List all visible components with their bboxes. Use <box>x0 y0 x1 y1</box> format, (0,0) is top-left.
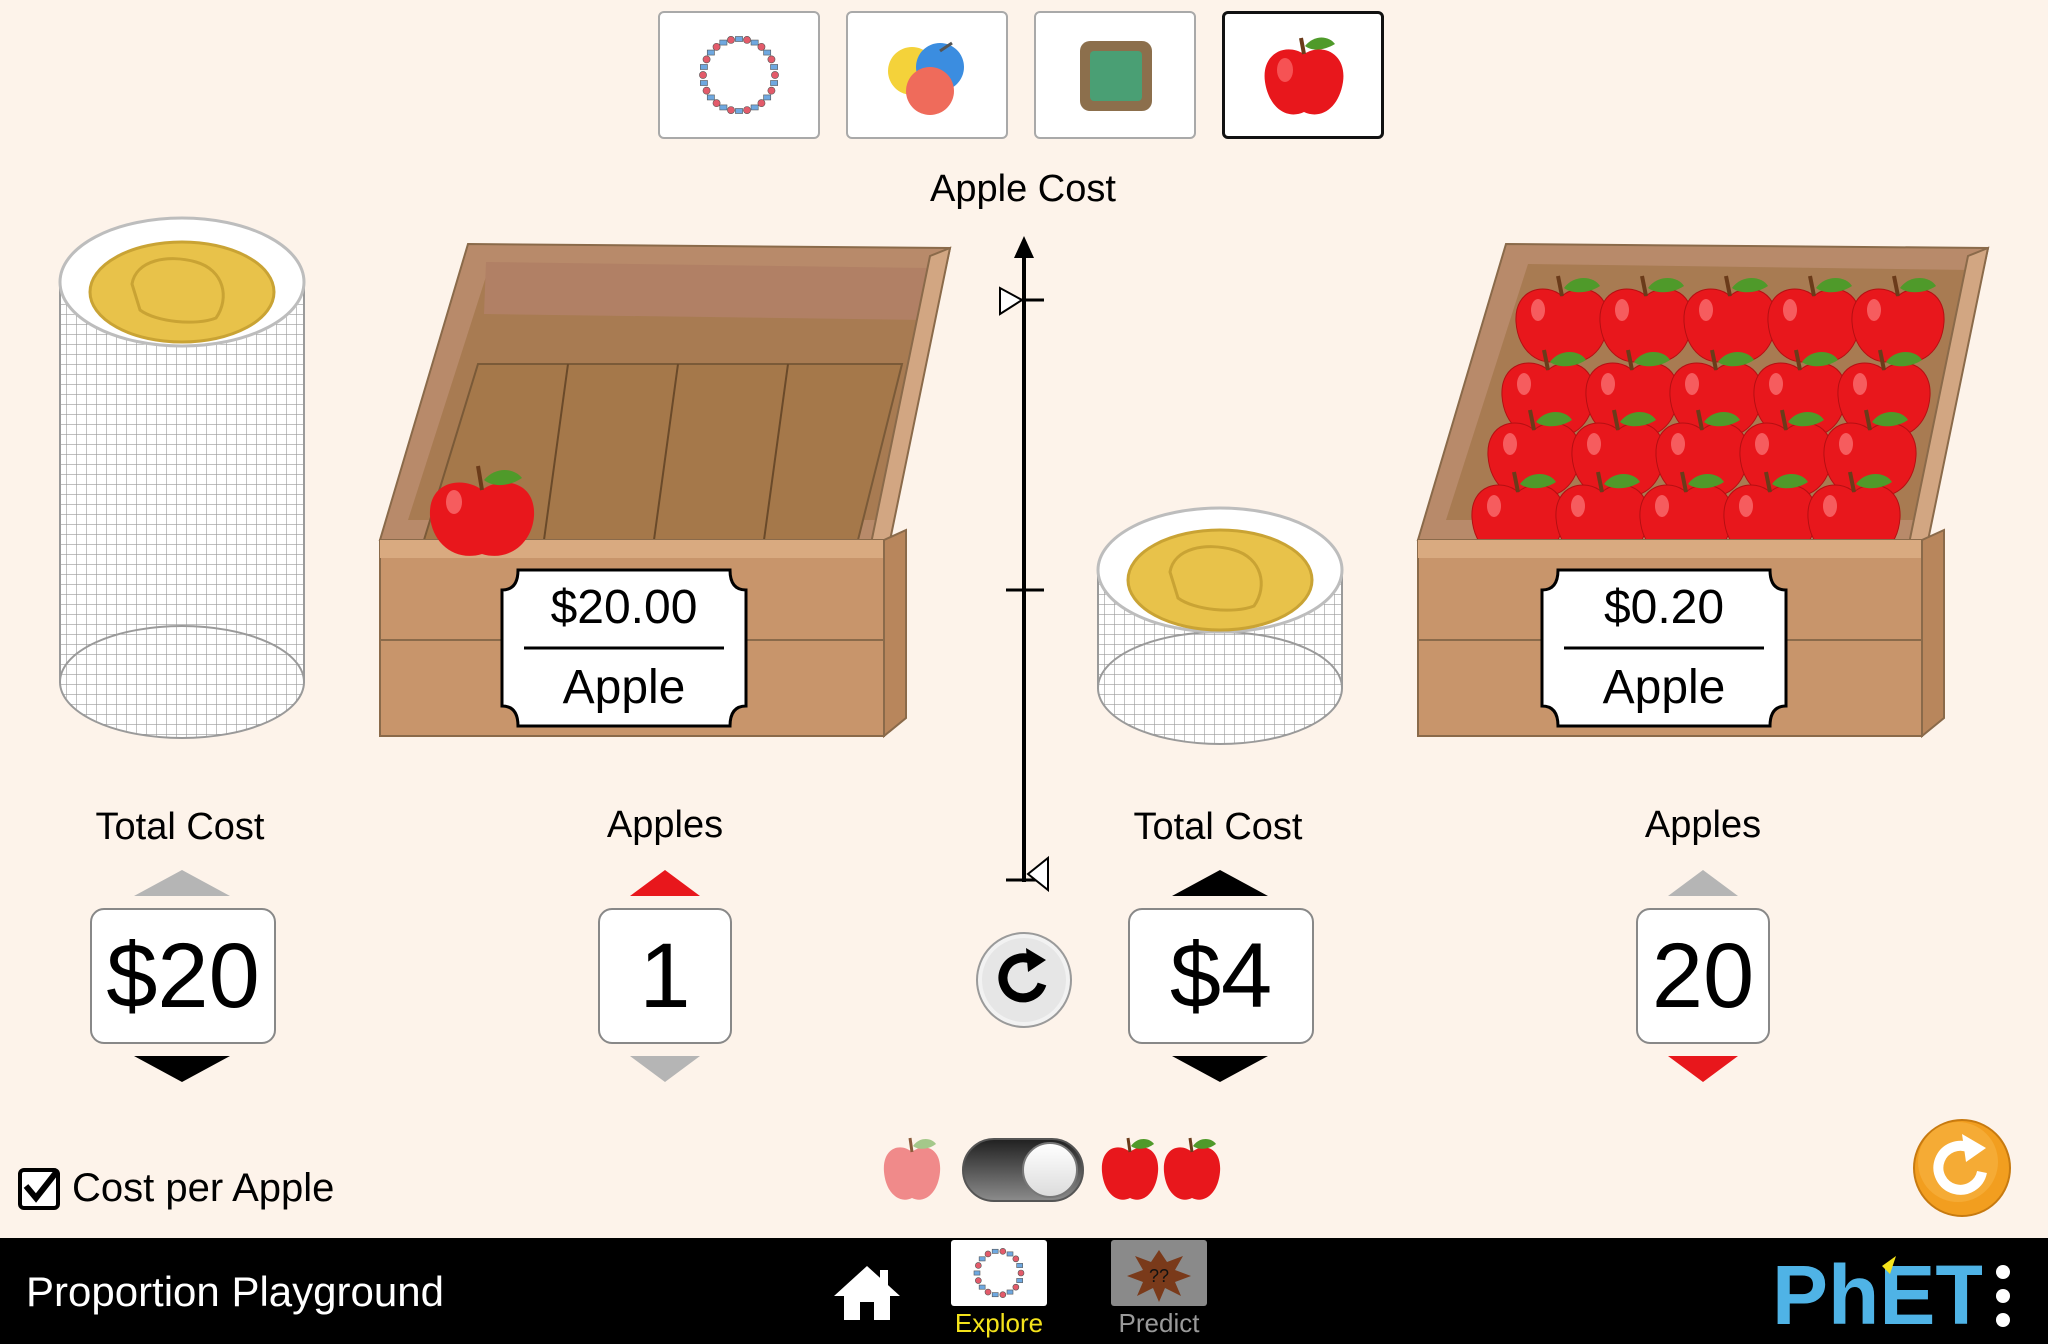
scale-arrow-up-icon <box>1014 236 1034 258</box>
options-menu-button[interactable] <box>1990 1262 2016 1330</box>
home-button[interactable] <box>832 1262 902 1324</box>
left-apples-label: Apples <box>606 804 724 846</box>
refresh-button[interactable] <box>974 930 1074 1030</box>
checkmark-icon <box>23 1167 58 1203</box>
billiards-table-icon <box>1080 41 1152 111</box>
right-apples-increment-button[interactable] <box>1668 870 1738 896</box>
left-price-tag: $20.00 Apple <box>498 566 750 730</box>
right-total-cost-label: Total Cost <box>1133 806 1303 848</box>
svg-text:??: ?? <box>1149 1266 1169 1286</box>
right-total-cost-decrement-button[interactable] <box>1172 1056 1268 1082</box>
scene-selector <box>658 11 1390 143</box>
screen-explore-label: Explore <box>954 1308 1044 1338</box>
cost-per-apple-option[interactable]: Cost per Apple <box>18 1166 334 1211</box>
logo-text: PhET <box>1772 1252 1982 1330</box>
screen-predict-label: Predict <box>1118 1308 1200 1338</box>
predict-screen-icon: ?? <box>1111 1240 1207 1306</box>
phet-logo[interactable]: PhET <box>1772 1252 1982 1330</box>
left-apples-value: 1 <box>598 908 732 1044</box>
right-price-numerator: $0.20 <box>1603 581 1725 634</box>
left-price-denominator: Apple <box>562 661 686 714</box>
quantity-toggle[interactable] <box>962 1138 1084 1202</box>
left-apples-decrement-button[interactable] <box>630 1056 700 1082</box>
left-total-cost-value: $20 <box>90 908 276 1044</box>
explore-screen-icon <box>951 1240 1047 1306</box>
apple-pile <box>1471 275 1945 559</box>
necklace-icon <box>699 36 779 114</box>
left-total-cost-decrement-button[interactable] <box>134 1056 230 1082</box>
left-total-cost-label: Total Cost <box>95 806 265 848</box>
right-apples-decrement-button[interactable] <box>1668 1056 1738 1082</box>
paint-balloons-icon <box>888 41 964 115</box>
left-coin-stack <box>58 216 306 739</box>
screen-predict-button[interactable]: ?? Predict <box>1104 1240 1214 1339</box>
screen-explore-button[interactable]: Explore <box>944 1240 1054 1339</box>
right-apples-value: 20 <box>1636 908 1770 1044</box>
cost-per-apple-label: Cost per Apple <box>72 1166 335 1210</box>
left-apples-increment-button[interactable] <box>630 870 700 896</box>
cost-per-apple-checkbox[interactable] <box>18 1167 60 1210</box>
right-cost-marker-icon <box>1026 855 1049 892</box>
left-total-cost-increment-button[interactable] <box>134 870 230 896</box>
tab-billiards[interactable] <box>1034 11 1196 139</box>
right-total-cost-value: $4 <box>1128 908 1314 1044</box>
home-icon <box>834 1266 900 1320</box>
right-price-denominator: Apple <box>1602 661 1726 714</box>
tab-paint[interactable] <box>846 11 1008 139</box>
scale-title: Apple Cost <box>930 168 1116 210</box>
single-apple-icon <box>883 1137 941 1200</box>
right-total-cost-increment-button[interactable] <box>1172 870 1268 896</box>
app-title: Proportion Playground <box>26 1268 444 1315</box>
apple-group-icon <box>1101 1137 1221 1200</box>
right-price-tag: $0.20 Apple <box>1538 566 1790 730</box>
left-cost-marker-icon <box>999 286 1024 316</box>
tab-necklace[interactable] <box>658 11 820 139</box>
reset-all-button[interactable] <box>1912 1118 2012 1218</box>
cost-scale <box>999 236 1049 892</box>
toggle-knob[interactable] <box>1022 1142 1078 1198</box>
left-price-numerator: $20.00 <box>550 581 698 634</box>
more-options-icon <box>1996 1265 2010 1327</box>
right-apples-label: Apples <box>1644 804 1762 846</box>
right-coin-stack <box>1096 506 1344 745</box>
apple-icon <box>1264 37 1344 115</box>
tab-apples[interactable] <box>1222 11 1384 139</box>
